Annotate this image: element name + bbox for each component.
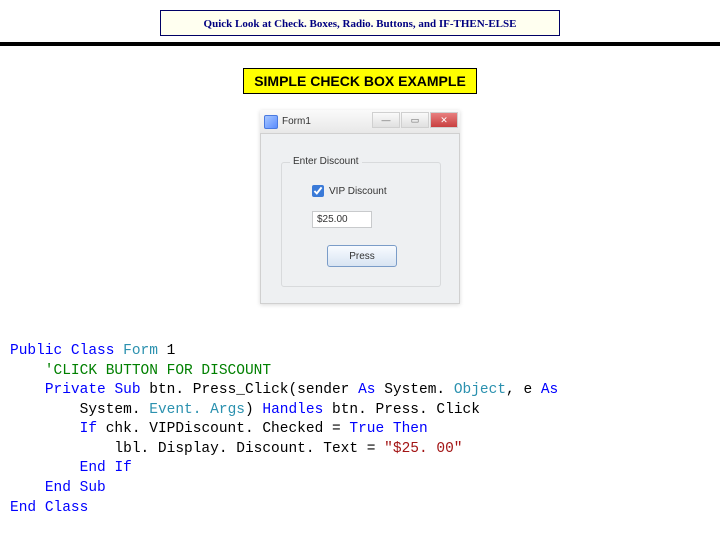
kw: Handles (262, 402, 323, 418)
vip-discount-checkbox[interactable] (312, 185, 324, 197)
close-icon[interactable]: ✕ (430, 112, 458, 128)
divider (0, 42, 720, 46)
vip-discount-label: VIP Discount (329, 186, 387, 197)
code-text: , e (506, 382, 541, 398)
subtitle-wrap: SIMPLE CHECK BOX EXAMPLE (0, 68, 720, 94)
code-text: System. (384, 382, 454, 398)
code-text: ) (245, 402, 262, 418)
groupbox-discount: Enter Discount VIP Discount $25.00 Press (281, 162, 441, 287)
comment: 'CLICK BUTTON FOR DISCOUNT (10, 363, 271, 379)
code-text: lbl. Display. Discount. Text = (114, 441, 384, 457)
kw: Sub (114, 382, 140, 398)
press-button[interactable]: Press (327, 245, 397, 267)
minimize-icon[interactable]: — (372, 112, 400, 128)
form-window: Form1 — ▭ ✕ Enter Discount VIP Discount … (260, 110, 460, 304)
kw: As (541, 382, 558, 398)
kw: As (358, 382, 375, 398)
form-title: Form1 (282, 116, 311, 127)
slide-title-bar: Quick Look at Check. Boxes, Radio. Butto… (160, 10, 560, 36)
kw: If (80, 421, 97, 437)
string-lit: "$25. 00" (384, 441, 462, 457)
form-titlebar: Form1 — ▭ ✕ (260, 110, 460, 134)
subtitle: SIMPLE CHECK BOX EXAMPLE (243, 68, 477, 94)
vip-discount-row[interactable]: VIP Discount (312, 185, 387, 197)
type-name: Object (454, 382, 506, 398)
code-text: chk. VIPDiscount. Checked = (97, 421, 349, 437)
code-text: System. (80, 402, 150, 418)
kw: Then (393, 421, 428, 437)
kw: End (10, 500, 36, 516)
type-name: Event. Args (149, 402, 245, 418)
kw: Class (71, 343, 115, 359)
kw: Class (45, 500, 89, 516)
kw: End (45, 480, 71, 496)
form-body: Enter Discount VIP Discount $25.00 Press (260, 134, 460, 304)
kw: End (80, 460, 106, 476)
kw: If (114, 460, 131, 476)
maximize-icon[interactable]: ▭ (401, 112, 429, 128)
kw: True (349, 421, 384, 437)
code-text: btn. Press. Click (323, 402, 480, 418)
kw: Sub (80, 480, 106, 496)
code-block: Public Class Form 1 'CLICK BUTTON FOR DI… (0, 342, 720, 518)
groupbox-label: Enter Discount (290, 156, 362, 167)
app-icon (264, 115, 278, 129)
kw: Public (10, 343, 62, 359)
window-buttons: — ▭ ✕ (372, 112, 458, 128)
code-text: btn. Press_Click(sender (149, 382, 358, 398)
code-text: 1 (167, 343, 176, 359)
kw: Private (45, 382, 106, 398)
slide-title: Quick Look at Check. Boxes, Radio. Butto… (204, 18, 517, 30)
type-name: Form (123, 343, 158, 359)
discount-display: $25.00 (312, 211, 372, 228)
